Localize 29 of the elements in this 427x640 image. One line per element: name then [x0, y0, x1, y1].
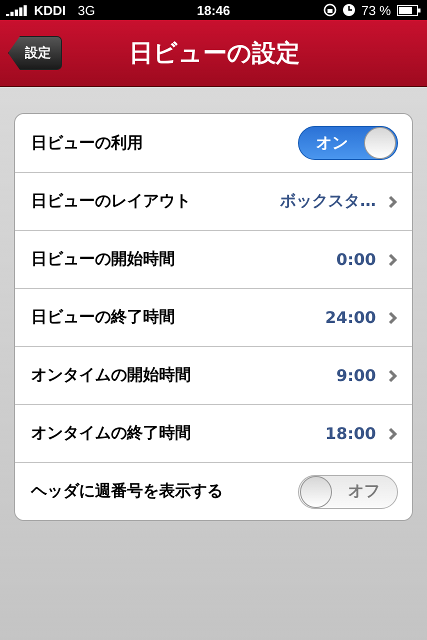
network-type: 3G [78, 2, 96, 18]
row-value: 0:00 [336, 250, 376, 269]
row-label: オンタイムの開始時間 [31, 365, 191, 386]
toggle-switch[interactable]: オフ [298, 474, 398, 508]
chevron-icon [388, 310, 398, 324]
chevron-icon [388, 368, 398, 382]
carrier-name: KDDI [34, 2, 66, 18]
chevron-icon [388, 426, 398, 440]
row-value: ボックスタ… [280, 191, 376, 212]
chevron-icon [388, 194, 398, 208]
row-label: 日ビューの利用 [31, 132, 143, 154]
clock-icon [343, 4, 356, 16]
battery-icon [397, 4, 421, 16]
row-label: 日ビューのレイアウト [31, 191, 191, 212]
row-label: ヘッダに週番号を表示する [31, 481, 223, 502]
row-value: 18:00 [325, 424, 376, 443]
screen-title: 日ビューの設定 [128, 38, 301, 69]
rotation-lock-icon [323, 3, 338, 17]
row-label: 日ビューの終了時間 [31, 307, 175, 328]
row-label: 日ビューの開始時間 [31, 249, 175, 270]
clock-time: 18:46 [196, 2, 230, 18]
toggle-switch[interactable]: オン [298, 126, 398, 160]
signal-icon [6, 4, 28, 16]
back-button[interactable]: 設定 [8, 36, 62, 70]
row-label: オンタイムの終了時間 [31, 423, 191, 444]
row-value: 24:00 [325, 308, 376, 327]
battery-percent: 73 % [361, 2, 391, 18]
row-value: 9:00 [336, 366, 376, 385]
chevron-icon [388, 252, 398, 266]
